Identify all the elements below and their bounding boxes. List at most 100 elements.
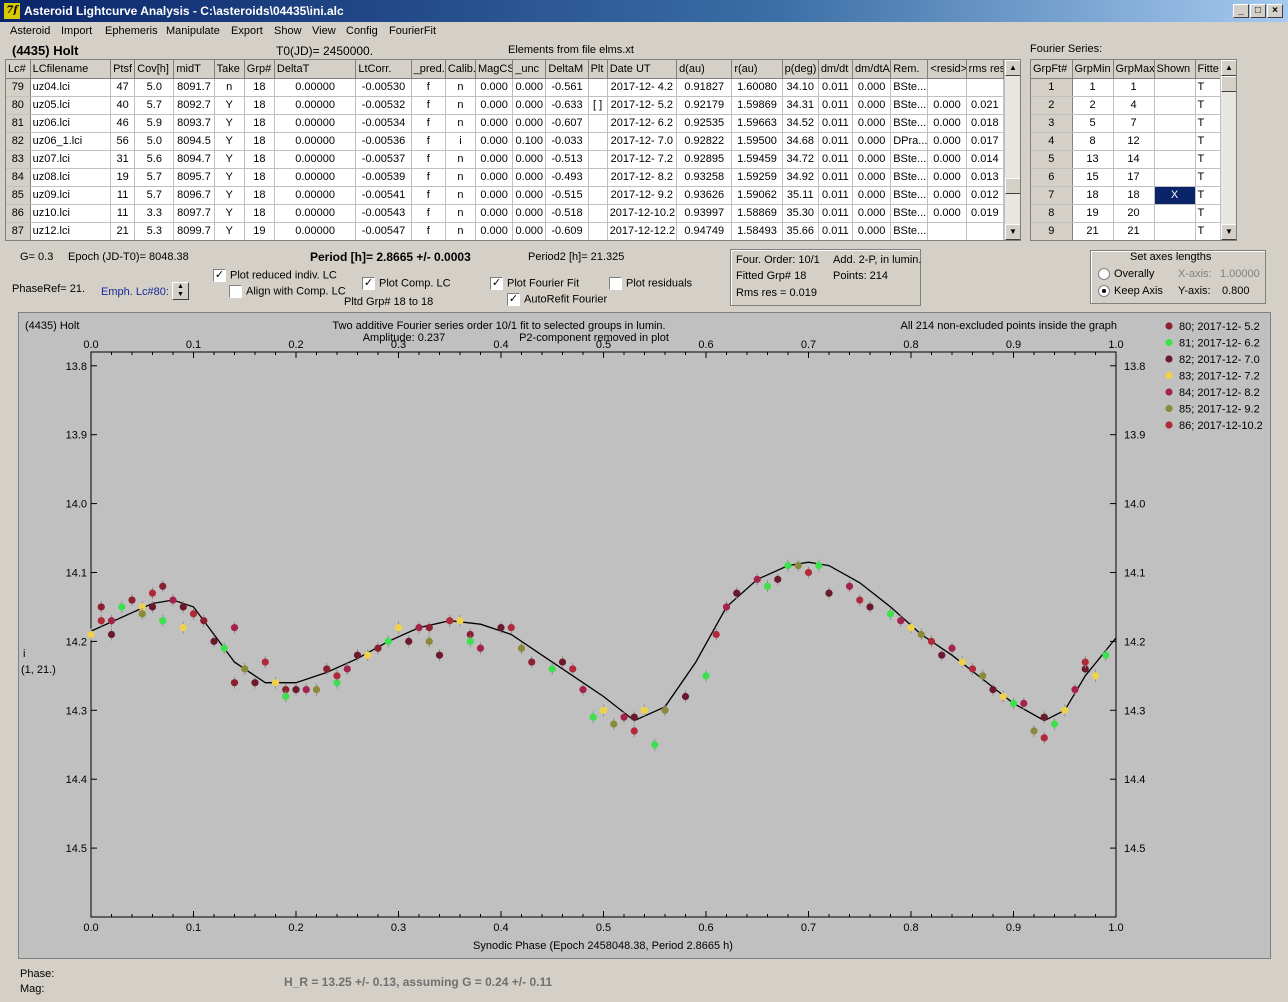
table-cell[interactable]: 0.011: [818, 114, 854, 133]
table-cell[interactable]: n: [445, 204, 477, 223]
table-cell[interactable]: 0.000: [927, 204, 967, 223]
menu-fourierfit[interactable]: FourierFit: [389, 25, 436, 37]
table-cell[interactable]: DPra...: [890, 132, 929, 151]
table-cell[interactable]: 5.7: [134, 96, 175, 115]
table-cell[interactable]: f: [411, 132, 446, 151]
row-header[interactable]: 80: [6, 96, 31, 115]
table-cell[interactable]: 0.018: [966, 114, 1005, 133]
table-cell[interactable]: n: [445, 168, 477, 187]
table-cell[interactable]: 34.10: [782, 78, 819, 97]
table-cell[interactable]: 8092.7: [173, 96, 215, 115]
row-header[interactable]: 84: [6, 168, 31, 187]
table-cell[interactable]: i: [445, 132, 477, 151]
table-cell[interactable]: Y: [214, 204, 245, 223]
table-cell[interactable]: 0.000: [475, 114, 514, 133]
table-cell[interactable]: 14: [1113, 150, 1155, 169]
lc-column-header[interactable]: Calib.: [445, 60, 477, 79]
table-cell[interactable]: 1: [1072, 78, 1114, 97]
row-header[interactable]: 6: [1031, 168, 1073, 187]
table-cell[interactable]: T: [1195, 132, 1222, 151]
table-cell[interactable]: 0.000: [927, 132, 967, 151]
table-cell[interactable]: 0.00000: [274, 96, 357, 115]
lc-column-header[interactable]: d(au): [676, 60, 733, 79]
table-cell[interactable]: 1: [1113, 78, 1155, 97]
lc-column-header[interactable]: <resid>: [927, 60, 967, 79]
table-cell[interactable]: uz06.lci: [30, 114, 112, 133]
table-cell[interactable]: 5.7: [134, 168, 175, 187]
table-cell[interactable]: 8: [1072, 132, 1114, 151]
table-cell[interactable]: 0.000: [927, 114, 967, 133]
table-cell[interactable]: [966, 78, 1005, 97]
table-cell[interactable]: f: [411, 150, 446, 169]
table-cell[interactable]: -0.515: [545, 186, 589, 205]
table-cell[interactable]: [588, 114, 608, 133]
table-cell[interactable]: Y: [214, 114, 245, 133]
table-cell[interactable]: 0.000: [852, 222, 892, 240]
table-cell[interactable]: -0.609: [545, 222, 589, 240]
table-cell[interactable]: 0.014: [966, 150, 1005, 169]
table-cell[interactable]: -0.00541: [355, 186, 412, 205]
table-cell[interactable]: 2017-12-12.2: [607, 222, 678, 240]
lc-column-header[interactable]: LCfilename: [30, 60, 112, 79]
table-cell[interactable]: 19: [110, 168, 136, 187]
table-row[interactable]: 6 15 17 T: [1031, 168, 1222, 187]
table-cell[interactable]: 7: [1113, 114, 1155, 133]
lc-column-header[interactable]: r(au): [731, 60, 783, 79]
table-cell[interactable]: -0.561: [545, 78, 589, 97]
table-row[interactable]: 8 19 20 T: [1031, 204, 1222, 223]
table-cell[interactable]: 0.000: [852, 186, 892, 205]
table-cell[interactable]: 18: [244, 150, 275, 169]
table-cell[interactable]: [588, 168, 608, 187]
table-cell[interactable]: 34.72: [782, 150, 819, 169]
table-cell[interactable]: 0.000: [852, 96, 892, 115]
table-cell[interactable]: -0.518: [545, 204, 589, 223]
table-cell[interactable]: 1.58493: [731, 222, 783, 240]
table-cell[interactable]: 0.011: [818, 204, 854, 223]
table-cell[interactable]: [1154, 168, 1196, 187]
table-cell[interactable]: 5.0: [134, 132, 175, 151]
table-row[interactable]: 224T: [1031, 96, 1222, 115]
table-cell[interactable]: [1154, 96, 1196, 115]
menu-manipulate[interactable]: Manipulate: [166, 25, 220, 37]
table-cell[interactable]: 8097.7: [173, 204, 215, 223]
table-cell[interactable]: n: [214, 78, 245, 97]
menu-show[interactable]: Show: [274, 25, 302, 37]
table-cell[interactable]: 18: [1113, 186, 1155, 205]
table-cell[interactable]: Y: [214, 222, 245, 240]
table-cell[interactable]: 0.011: [818, 132, 854, 151]
autorefit-checkbox[interactable]: ✓ AutoRefit Fourier: [507, 293, 607, 306]
table-cell[interactable]: f: [411, 204, 446, 223]
table-cell[interactable]: [ ]: [588, 96, 608, 115]
table-cell[interactable]: [966, 222, 1005, 240]
lc-column-header[interactable]: Plt: [588, 60, 608, 79]
lc-column-header[interactable]: DeltaT: [274, 60, 357, 79]
table-cell[interactable]: 0.92535: [676, 114, 733, 133]
close-button[interactable]: ×: [1267, 4, 1283, 18]
scroll-thumb[interactable]: [1221, 76, 1236, 92]
table-cell[interactable]: 1.59459: [731, 150, 783, 169]
table-cell[interactable]: 18: [244, 204, 275, 223]
table-cell[interactable]: 2017-12- 6.2: [607, 114, 678, 133]
table-cell[interactable]: [588, 78, 608, 97]
table-cell[interactable]: 0.00000: [274, 150, 357, 169]
table-row[interactable]: 86 uz10.lci 11 3.3 8097.7 Y 18 0.00000 -0.00543 f…: [6, 204, 1005, 223]
table-cell[interactable]: -0.00547: [355, 222, 412, 240]
table-cell[interactable]: uz06_1.lci: [30, 132, 112, 151]
table-cell[interactable]: 1.59663: [731, 114, 783, 133]
scroll-down-icon[interactable]: ▼: [1221, 224, 1236, 240]
table-cell[interactable]: 1.60080: [731, 78, 783, 97]
plot-reduced-checkbox[interactable]: ✓ Plot reduced indiv. LC: [213, 269, 337, 282]
fourier-column-header[interactable]: Shown: [1154, 60, 1196, 79]
table-row[interactable]: 82 uz06_1.lci 56 5.0 8094.5 Y 18 0.00000 -0.0053…: [6, 132, 1005, 151]
table-cell[interactable]: [927, 222, 967, 240]
lc-column-header[interactable]: dm/dt: [818, 60, 854, 79]
table-cell[interactable]: 0.000: [512, 186, 547, 205]
table-cell[interactable]: BSte...: [890, 204, 929, 223]
table-cell[interactable]: 0.93258: [676, 168, 733, 187]
table-cell[interactable]: 0.000: [475, 186, 514, 205]
plot-comp-checkbox[interactable]: ✓ Plot Comp. LC: [362, 277, 451, 290]
emph-spinner[interactable]: ▲ ▼: [172, 282, 189, 300]
fourier-table-scrollbar[interactable]: ▲ ▼: [1220, 60, 1236, 240]
table-row[interactable]: 7 18 18 X T: [1031, 186, 1222, 205]
lc-column-header[interactable]: Grp#: [244, 60, 275, 79]
